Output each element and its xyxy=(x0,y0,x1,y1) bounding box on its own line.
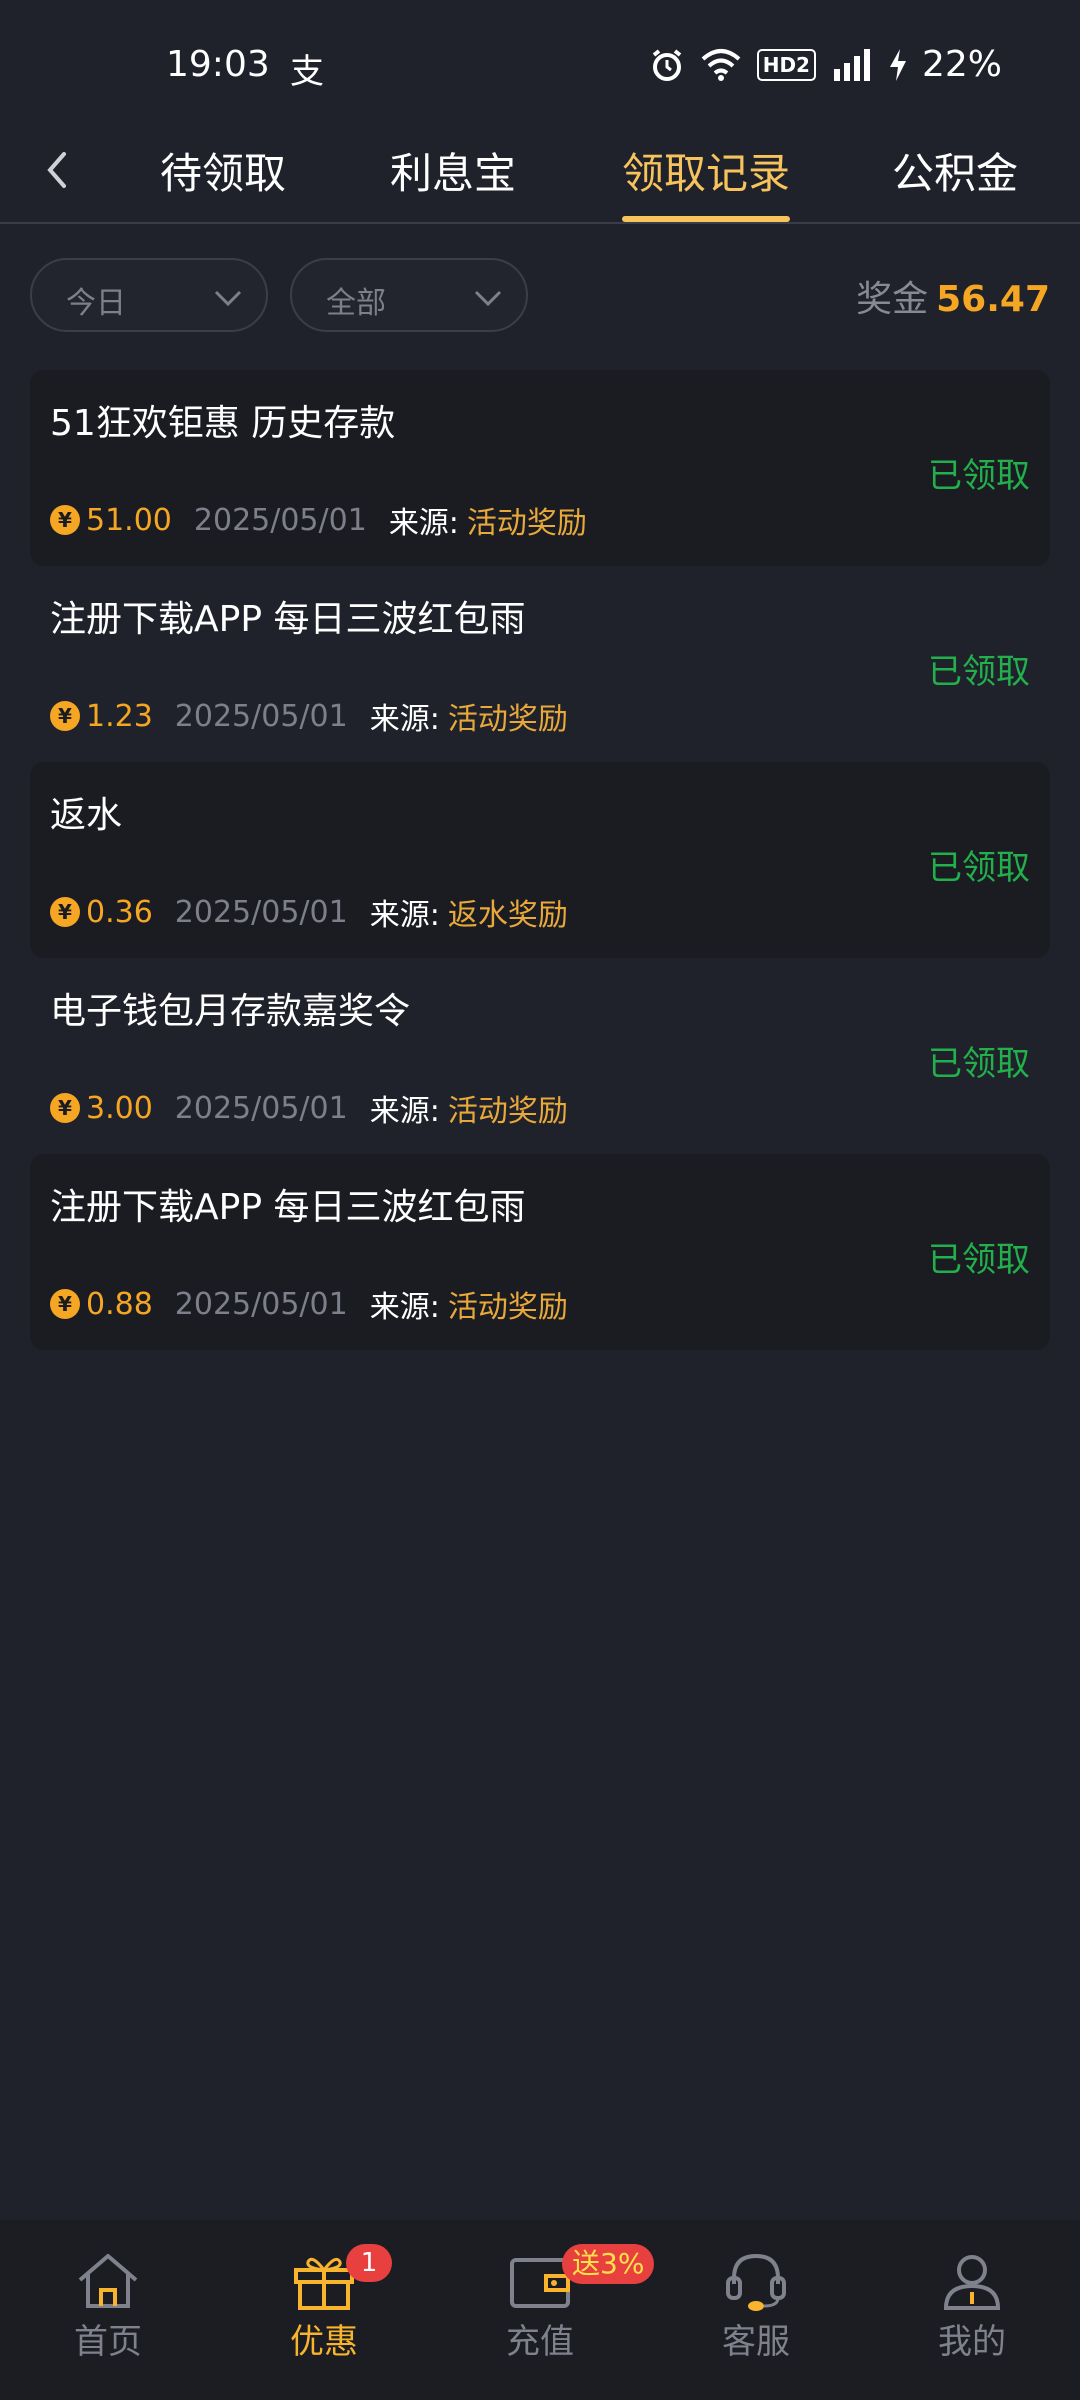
bottom-nav: 首页 优惠 1 充值 送3% 客服 我的 xyxy=(0,2220,1080,2400)
record-date: 2025/05/01 xyxy=(174,1286,348,1322)
record-amount: 0.36 xyxy=(86,894,153,930)
record-amount: 3.00 xyxy=(86,1090,153,1126)
nav-support[interactable]: 客服 xyxy=(686,2250,826,2370)
record-status: 已领取 xyxy=(928,456,1030,496)
bonus-value: 56.47 xyxy=(936,279,1050,320)
status-time: 19:03 xyxy=(166,44,270,85)
date-filter[interactable]: 今日 xyxy=(30,258,268,332)
nav-promotions-label: 优惠 xyxy=(290,2322,358,2362)
record-meta: ¥ 3.00 2025/05/01 来源: 活动奖励 xyxy=(50,1086,568,1130)
notification-badge: 1 xyxy=(346,2244,392,2282)
record-source-label: 来源: xyxy=(369,702,440,737)
record-item[interactable]: 51狂欢钜惠 历史存款 已领取 ¥ 51.00 2025/05/01 来源: 活… xyxy=(30,370,1050,566)
record-item[interactable]: 电子钱包月存款嘉奖令 已领取 ¥ 3.00 2025/05/01 来源: 活动奖… xyxy=(30,958,1050,1154)
record-source: 活动奖励 xyxy=(447,1094,568,1129)
nav-deposit[interactable]: 充值 送3% xyxy=(470,2244,655,2370)
bonus-label: 奖金 xyxy=(856,279,929,320)
record-date: 2025/05/01 xyxy=(174,894,348,930)
record-source: 活动奖励 xyxy=(447,1290,568,1325)
record-status: 已领取 xyxy=(928,1044,1030,1084)
hd-badge: HD2 xyxy=(756,48,816,81)
date-filter-label: 今日 xyxy=(66,286,126,321)
record-amount: 1.23 xyxy=(86,698,153,734)
coin-icon: ¥ xyxy=(50,505,80,535)
nav-profile-label: 我的 xyxy=(938,2322,1006,2362)
record-meta: ¥ 0.36 2025/05/01 来源: 返水奖励 xyxy=(50,890,568,934)
page: 19:03 支 HD2 22% 待领取 利息宝 领取记录 公积金 今日 全部 奖… xyxy=(0,0,1080,2400)
record-item[interactable]: 注册下载APP 每日三波红包雨 已领取 ¥ 0.88 2025/05/01 来源… xyxy=(30,1154,1050,1350)
tab-records-label: 领取记录 xyxy=(622,149,791,198)
record-source: 返水奖励 xyxy=(447,898,568,933)
record-source-label: 来源: xyxy=(369,898,440,933)
battery-level: 22% xyxy=(921,44,1002,85)
record-source: 活动奖励 xyxy=(466,506,587,541)
charging-icon xyxy=(889,48,906,81)
record-status: 已领取 xyxy=(928,652,1030,692)
record-status: 已领取 xyxy=(928,1240,1030,1280)
wifi-icon xyxy=(701,48,741,81)
bonus-total: 奖金 56.47 xyxy=(856,270,1050,322)
profile-icon xyxy=(943,2255,1001,2310)
record-date: 2025/05/01 xyxy=(193,502,367,538)
coin-icon: ¥ xyxy=(50,897,80,927)
record-item[interactable]: 返水 已领取 ¥ 0.36 2025/05/01 来源: 返水奖励 xyxy=(30,762,1050,958)
record-date: 2025/05/01 xyxy=(174,698,348,734)
type-filter-label: 全部 xyxy=(326,286,386,321)
chevron-left-icon xyxy=(47,152,66,188)
record-status: 已领取 xyxy=(928,848,1030,888)
record-title: 注册下载APP 每日三波红包雨 xyxy=(50,599,526,640)
record-date: 2025/05/01 xyxy=(174,1090,348,1126)
tab-fund[interactable]: 公积金 xyxy=(892,140,1018,222)
nav-deposit-label: 充值 xyxy=(506,2322,574,2362)
signal-icon xyxy=(833,48,870,81)
type-filter[interactable]: 全部 xyxy=(290,258,528,332)
record-amount: 0.88 xyxy=(86,1286,153,1322)
status-indicators: HD2 22% xyxy=(649,44,1002,85)
nav-home[interactable]: 首页 xyxy=(38,2250,178,2370)
record-title: 51狂欢钜惠 历史存款 xyxy=(50,403,396,444)
record-title: 注册下载APP 每日三波红包雨 xyxy=(50,1187,526,1228)
home-icon xyxy=(78,2254,138,2308)
record-meta: ¥ 51.00 2025/05/01 来源: 活动奖励 xyxy=(50,498,587,542)
status-bar: 19:03 支 HD2 22% xyxy=(0,0,1080,130)
tab-interest[interactable]: 利息宝 xyxy=(390,140,516,222)
coin-icon: ¥ xyxy=(50,1289,80,1319)
record-source: 活动奖励 xyxy=(447,702,568,737)
record-title: 电子钱包月存款嘉奖令 xyxy=(50,991,411,1032)
record-source-label: 来源: xyxy=(369,1094,440,1129)
tab-pending[interactable]: 待领取 xyxy=(160,140,286,222)
record-source-label: 来源: xyxy=(388,506,459,541)
nav-support-label: 客服 xyxy=(722,2322,790,2362)
chevron-down-icon xyxy=(214,290,242,307)
nav-promotions[interactable]: 优惠 1 xyxy=(254,2244,394,2370)
coin-icon: ¥ xyxy=(50,1093,80,1123)
back-button[interactable] xyxy=(30,140,90,200)
alipay-icon: 支 xyxy=(290,52,324,92)
record-amount: 51.00 xyxy=(86,502,172,538)
promo-badge: 送3% xyxy=(562,2244,655,2284)
tab-header: 待领取 利息宝 领取记录 公积金 xyxy=(0,130,1080,224)
chevron-down-icon xyxy=(474,290,502,307)
record-meta: ¥ 0.88 2025/05/01 来源: 活动奖励 xyxy=(50,1282,568,1326)
record-source-label: 来源: xyxy=(369,1290,440,1325)
headset-icon xyxy=(726,2253,786,2311)
tab-records[interactable]: 领取记录 xyxy=(622,140,791,222)
nav-home-label: 首页 xyxy=(74,2322,142,2362)
nav-profile[interactable]: 我的 xyxy=(902,2250,1042,2370)
alarm-icon xyxy=(652,48,681,81)
tab-active-indicator xyxy=(622,216,791,222)
record-meta: ¥ 1.23 2025/05/01 来源: 活动奖励 xyxy=(50,694,568,738)
record-title: 返水 xyxy=(50,795,123,836)
record-item[interactable]: 注册下载APP 每日三波红包雨 已领取 ¥ 1.23 2025/05/01 来源… xyxy=(30,566,1050,762)
coin-icon: ¥ xyxy=(50,701,80,731)
